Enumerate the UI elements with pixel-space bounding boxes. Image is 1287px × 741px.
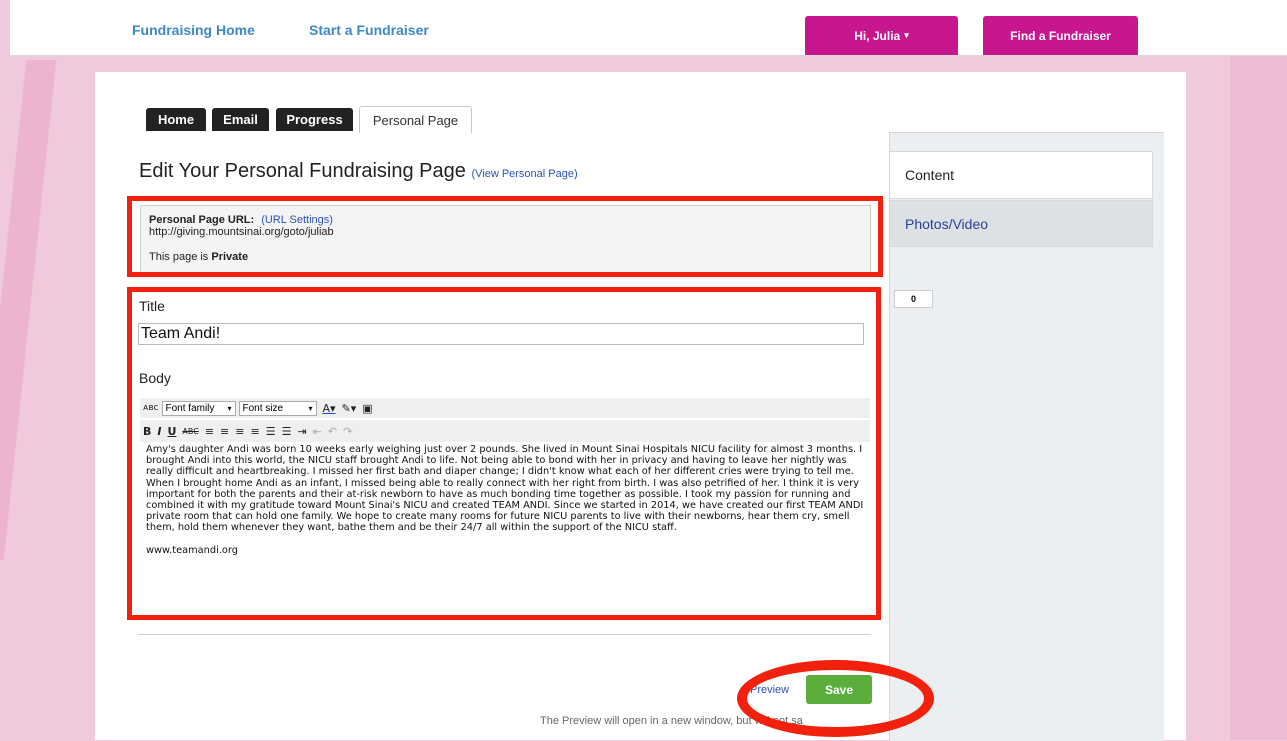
tab-progress[interactable]: Progress <box>276 108 353 131</box>
page-title-text: Edit Your Personal Fundraising Page <box>139 160 466 182</box>
nav-start-fundraiser[interactable]: Start a Fundraiser <box>309 22 429 38</box>
background-streak <box>1230 0 1287 740</box>
count-badge: 0 <box>894 290 933 308</box>
view-personal-page-link[interactable]: (View Personal Page) <box>471 168 577 180</box>
page-title: Edit Your Personal Fundraising Page (Vie… <box>139 160 578 183</box>
tab-personal-page[interactable]: Personal Page <box>359 106 472 133</box>
save-button[interactable]: Save <box>806 675 872 704</box>
preview-link[interactable]: Preview <box>750 684 789 696</box>
nav-fundraising-home[interactable]: Fundraising Home <box>132 22 255 38</box>
divider <box>138 634 871 635</box>
preview-note: The Preview will open in a new window, b… <box>540 715 803 727</box>
find-fundraiser-button[interactable]: Find a Fundraiser <box>983 16 1138 55</box>
user-greeting: Hi, Julia <box>854 28 901 43</box>
annotation-box-url <box>127 196 883 277</box>
annotation-box-form <box>127 287 881 620</box>
background-streak <box>0 60 57 560</box>
user-menu-button[interactable]: Hi, Julia ▾ <box>805 16 958 55</box>
sidebar-item-content[interactable]: Content <box>889 151 1153 199</box>
tab-home[interactable]: Home <box>146 108 206 131</box>
caret-down-icon: ▾ <box>904 30 909 40</box>
sidebar-item-photos-video[interactable]: Photos/Video <box>889 200 1153 247</box>
tab-email[interactable]: Email <box>212 108 269 131</box>
